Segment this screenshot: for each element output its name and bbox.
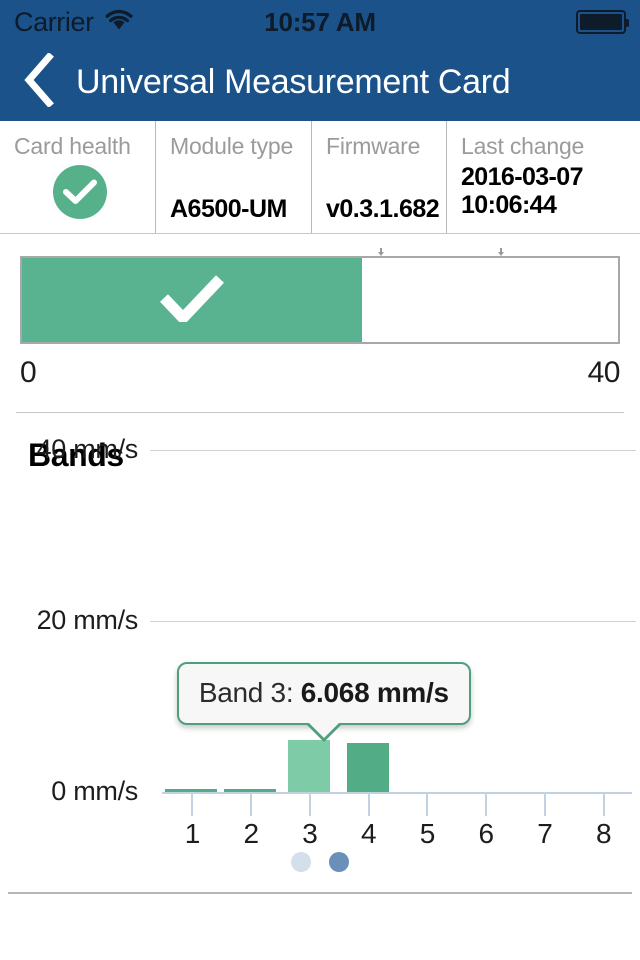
carrier-label: Carrier xyxy=(14,6,94,37)
check-circle-icon xyxy=(52,165,107,220)
chart-bars xyxy=(162,492,632,792)
chart-y-label: 20 mm/s xyxy=(36,605,139,635)
chart-y-label: 0 mm/s xyxy=(51,776,138,806)
chart-x-label: 5 xyxy=(419,818,436,849)
bottom-divider xyxy=(8,892,632,894)
page-dot[interactable] xyxy=(291,852,311,872)
chevron-left-icon xyxy=(21,52,55,112)
chart-x-tick xyxy=(602,794,605,816)
status-bar-left: Carrier xyxy=(14,7,134,38)
page-dot[interactable] xyxy=(329,852,349,872)
chart-x-tick xyxy=(308,794,311,816)
info-cell-module-type: Module type A6500-UM xyxy=(156,121,312,233)
back-button[interactable] xyxy=(0,44,76,121)
gauge-marker-row xyxy=(20,248,620,256)
chart-gridline-rule xyxy=(150,450,636,451)
chart-x-tick xyxy=(367,794,370,816)
chart-bar[interactable] xyxy=(224,789,277,792)
chart-x-label: 3 xyxy=(302,818,318,849)
gauge-marker xyxy=(378,248,384,256)
chart-x-label: 2 xyxy=(243,818,259,849)
chart-x-tick xyxy=(250,794,253,816)
status-bar-right xyxy=(576,10,629,34)
last-change-date: 2016-03-07 xyxy=(461,163,583,192)
info-label-firmware: Firmware xyxy=(326,133,421,159)
info-value-module-type: A6500-UM xyxy=(170,195,287,223)
overall-gauge-section: 0 40 xyxy=(0,234,640,390)
chart-x-tick xyxy=(543,794,546,816)
battery-full-icon xyxy=(576,10,629,34)
chart-bar[interactable] xyxy=(346,742,389,792)
info-label-last-change: Last change xyxy=(461,133,585,159)
gauge-marker xyxy=(498,248,504,256)
bands-bar-chart[interactable]: 0 mm/s 20 mm/s 40 mm/s 1 2 3 4 5 6 7 8 Band 3: 6.… xyxy=(0,434,640,912)
chart-x-label: 6 xyxy=(478,818,494,849)
chart-x-label: 1 xyxy=(184,818,201,849)
chart-x-label: 7 xyxy=(537,818,553,849)
chart-x-tick xyxy=(426,794,429,816)
tooltip-value: 6.068 mm/s xyxy=(300,677,449,709)
gauge-max-label: 40 xyxy=(587,356,621,389)
chart-x-axis xyxy=(162,792,632,794)
chart-gridline: 40 mm/s xyxy=(0,434,640,464)
card-info-table: Card health Module type A6500-UM Firmwar… xyxy=(0,121,640,234)
band-value-tooltip[interactable]: Band 3: 6.068 mm/s xyxy=(176,662,471,743)
chart-bar[interactable] xyxy=(287,740,330,792)
overall-gauge-bar[interactable] xyxy=(20,256,620,344)
chart-x-label: 4 xyxy=(360,818,377,849)
last-change-time: 10:06:44 xyxy=(461,191,557,220)
info-label-card-health: Card health xyxy=(14,133,131,159)
bands-section: Bands 0 mm/s 20 mm/s 40 mm/s 12345678 Band… xyxy=(0,413,640,912)
info-cell-last-change: Last change 2016-03-07 10:06:44 xyxy=(447,121,640,233)
chart-x-label: 8 xyxy=(595,818,612,849)
check-icon xyxy=(159,274,225,327)
page-indicator[interactable] xyxy=(0,852,640,872)
tooltip-arrow-inner xyxy=(307,722,340,739)
page-title: Universal Measurement Card xyxy=(76,63,511,101)
status-bar: Carrier 10:57 AM xyxy=(0,0,640,44)
gauge-scale: 0 40 xyxy=(20,344,621,390)
chart-x-tick xyxy=(485,794,488,816)
wifi-icon xyxy=(104,9,134,36)
info-cell-firmware: Firmware v0.3.1.682 xyxy=(312,121,447,233)
chart-y-label: 40 mm/s xyxy=(36,434,139,464)
gauge-fill xyxy=(22,258,362,342)
navigation-bar: Universal Measurement Card xyxy=(0,44,640,121)
gauge-min-label: 0 xyxy=(20,356,37,389)
info-label-module-type: Module type xyxy=(170,133,294,159)
info-cell-card-health: Card health xyxy=(0,121,156,233)
info-value-last-change: 2016-03-07 10:06:44 xyxy=(461,163,630,219)
chart-bar[interactable] xyxy=(165,789,218,792)
tooltip-prefix: Band 3: xyxy=(198,677,301,709)
info-value-firmware: v0.3.1.682 xyxy=(326,195,440,223)
chart-x-tick xyxy=(191,794,194,816)
